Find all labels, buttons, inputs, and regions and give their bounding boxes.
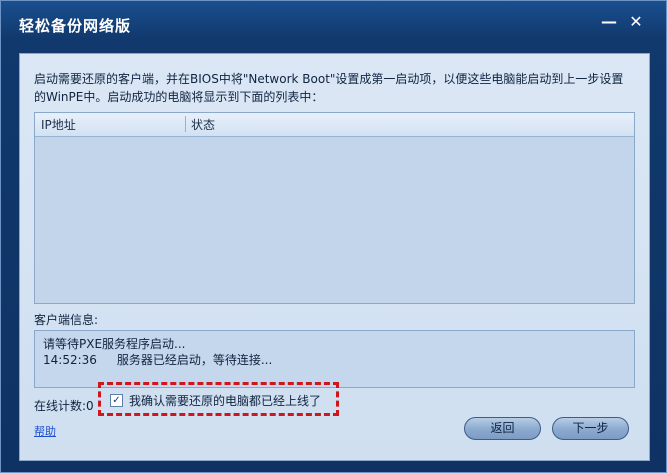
minimize-icon[interactable]: — xyxy=(598,11,620,33)
column-status-header[interactable]: 状态 xyxy=(191,116,215,133)
window-title: 轻松备份网络版 xyxy=(19,17,132,35)
client-info-label: 客户端信息: xyxy=(34,313,99,327)
back-button[interactable]: 返回 xyxy=(464,417,541,440)
dialog-window: 轻松备份网络版 — ✕ 启动需要还原的客户端，并在BIOS中将"Network … xyxy=(0,0,667,473)
online-count: 在线计数:0 xyxy=(34,399,94,413)
column-divider[interactable] xyxy=(185,116,186,132)
next-button[interactable]: 下一步 xyxy=(552,417,629,440)
log-line: 14:52:36 服务器已经启动，等待连接... xyxy=(43,351,272,368)
help-link[interactable]: 帮助 xyxy=(34,423,56,439)
client-info-log: 请等待PXE服务程序启动... 14:52:36 服务器已经启动，等待连接... xyxy=(34,330,635,388)
close-icon[interactable]: ✕ xyxy=(625,11,647,33)
instruction-text: 启动需要还原的客户端，并在BIOS中将"Network Boot"设置成第一启动… xyxy=(34,72,624,104)
column-ip-header[interactable]: IP地址 xyxy=(41,116,76,133)
confirm-highlight: ✓ 我确认需要还原的电脑都已经上线了 xyxy=(98,382,339,416)
confirm-checkbox-label[interactable]: 我确认需要还原的电脑都已经上线了 xyxy=(129,392,321,409)
log-timestamp: 14:52:36 xyxy=(43,353,97,367)
content-panel: 启动需要还原的客户端，并在BIOS中将"Network Boot"设置成第一启动… xyxy=(19,53,650,461)
title-bar: 轻松备份网络版 — ✕ xyxy=(1,1,666,53)
confirm-checkbox[interactable]: ✓ xyxy=(110,394,123,407)
log-line: 请等待PXE服务程序启动... xyxy=(43,337,186,351)
log-message: 服务器已经启动，等待连接... xyxy=(116,353,273,367)
client-list[interactable]: IP地址 状态 xyxy=(34,112,635,304)
list-header: IP地址 状态 xyxy=(35,113,634,137)
